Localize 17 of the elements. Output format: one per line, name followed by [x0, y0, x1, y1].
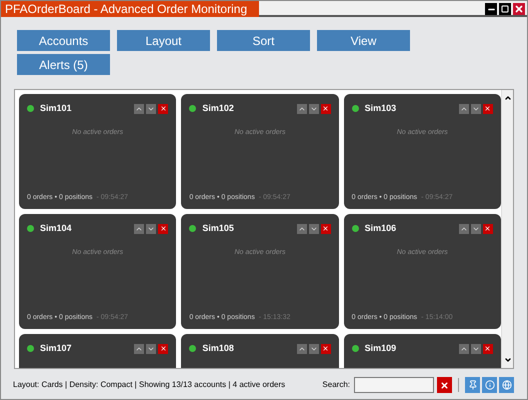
account-name: Sim101: [40, 102, 73, 115]
account-name: Sim104: [40, 222, 73, 235]
toolbar-button[interactable]: Layout: [117, 30, 210, 51]
account-name: Sim107: [40, 342, 73, 355]
account-name: Sim108: [202, 342, 235, 355]
toolbar-button[interactable]: View: [317, 30, 410, 51]
account-name: Sim103: [364, 102, 398, 115]
account-name: Sim106: [364, 222, 398, 235]
account-name: Sim105: [202, 222, 235, 235]
account-name: Sim109: [364, 342, 398, 355]
search-label: Search:: [322, 379, 350, 391]
status-text: Layout: Cards | Density: Compact | Showing 13/13 accounts | 4 active orders: [13, 379, 286, 391]
account-name: Sim102: [202, 102, 235, 115]
toolbar-button[interactable]: Accounts: [17, 30, 110, 51]
window-title: PFAOrderBoard - Advanced Order Monitoring: [1, 1, 260, 17]
alerts-button[interactable]: Alerts (5): [17, 54, 110, 75]
toolbar-button[interactable]: Sort: [217, 30, 310, 51]
